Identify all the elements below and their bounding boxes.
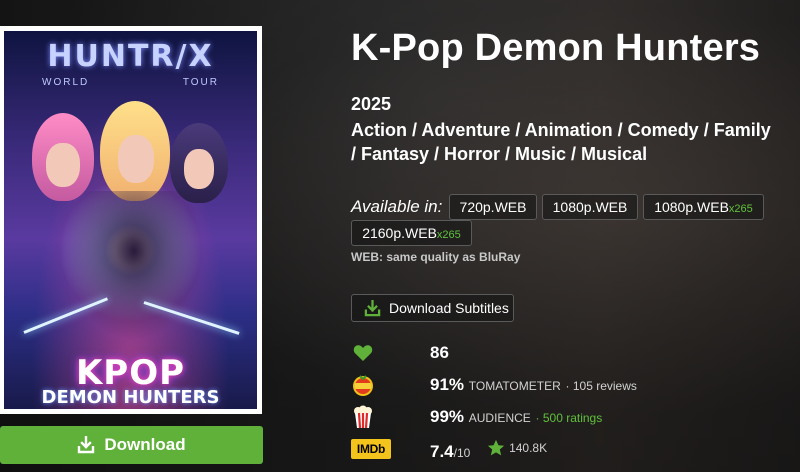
imdb-score: 7.4	[430, 442, 454, 461]
poster-tour-right: TOUR	[182, 77, 219, 88]
quality-2160p-web-x265-button[interactable]: 2160p.WEB x265	[351, 220, 472, 246]
quality-1080p-web-x265-button[interactable]: 1080p.WEB x265	[643, 194, 764, 220]
movie-genres: Action / Adventure / Animation / Comedy …	[351, 120, 771, 164]
quality-1080p-web-button[interactable]: 1080p.WEB	[542, 194, 638, 220]
poster-tour-text: WORLD TOUR	[42, 77, 219, 88]
audience-label: AUDIENCE	[468, 411, 531, 425]
poster-brand-text: HUNTR/X	[47, 39, 214, 74]
poster-character-face	[46, 143, 80, 187]
available-in-label: Available in:	[351, 197, 443, 216]
download-button-label: Download	[104, 435, 186, 454]
imdb-logo-text: IMDb	[351, 439, 391, 459]
download-subtitles-button[interactable]: Download Subtitles	[351, 294, 514, 322]
tomatometer-reviews: · 105 reviews	[565, 379, 637, 393]
web-quality-note: WEB: same quality as BluRay	[351, 250, 521, 264]
download-icon	[77, 435, 95, 454]
imdb-row: IMDb 7.4/10 140.8K	[351, 437, 791, 461]
movie-poster[interactable]: HUNTR/X WORLD TOUR KPOP DEMON HUNTERS	[0, 26, 262, 414]
likes-row: 86	[351, 341, 791, 365]
imdb-scale: /10	[453, 446, 471, 460]
movie-title: K-Pop Demon Hunters	[351, 27, 761, 69]
poster-title-line2: DEMON HUNTERS	[41, 387, 220, 408]
quality-label: 2160p.WEB	[362, 225, 437, 241]
popcorn-icon	[351, 405, 375, 429]
star-icon	[487, 439, 505, 457]
poster-character-face	[118, 135, 154, 183]
poster-tour-left: WORLD	[42, 77, 90, 88]
tomatometer-score: 91%	[430, 375, 465, 394]
codec-badge: x265	[436, 228, 461, 241]
download-subtitles-label: Download Subtitles	[389, 300, 509, 316]
quality-label: 1080p.WEB	[552, 199, 628, 215]
poster-characters	[64, 191, 204, 341]
poster-artwork: HUNTR/X WORLD TOUR KPOP DEMON HUNTERS	[4, 31, 257, 409]
fresh-tomato-icon	[351, 373, 375, 397]
tomatometer-label: TOMATOMETER	[468, 379, 561, 393]
download-icon	[364, 299, 381, 317]
imdb-logo: IMDb	[351, 437, 391, 461]
quality-label: 1080p.WEB	[654, 199, 729, 215]
heart-icon[interactable]	[351, 341, 375, 365]
movie-year: 2025	[351, 94, 392, 114]
quality-label: 720p.WEB	[459, 199, 527, 215]
audience-score: 99%	[430, 407, 465, 426]
poster-character-face	[184, 149, 214, 189]
tomatometer-row: 91% TOMATOMETER · 105 reviews	[351, 373, 791, 397]
codec-badge: x265	[728, 202, 753, 215]
audience-ratings-count: · 500 ratings	[535, 411, 603, 425]
likes-count: 86	[430, 343, 449, 362]
quality-720p-web-button[interactable]: 720p.WEB	[449, 194, 537, 220]
audience-row: 99% AUDIENCE · 500 ratings	[351, 405, 791, 429]
download-button[interactable]: Download	[0, 426, 263, 464]
imdb-votes: 140.8K	[509, 441, 548, 455]
